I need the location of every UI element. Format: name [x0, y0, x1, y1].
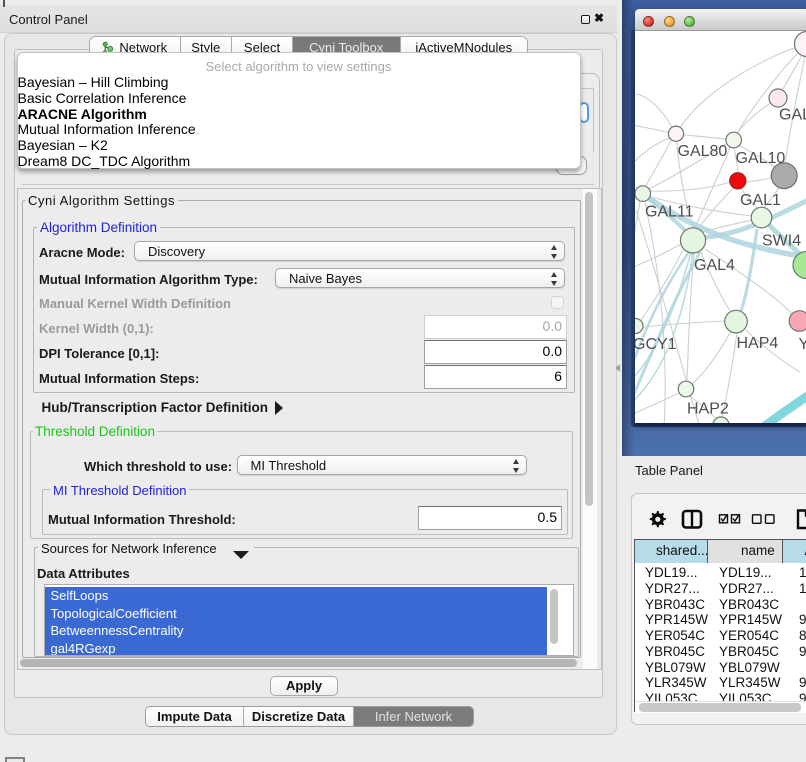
svg-text:GCY1: GCY1 — [635, 336, 677, 353]
svg-text:GAL10: GAL10 — [736, 150, 786, 167]
svg-text:GAL80: GAL80 — [678, 143, 728, 160]
svg-text:GAL1: GAL1 — [740, 192, 781, 209]
svg-text:SWI4: SWI4 — [762, 232, 801, 249]
svg-text:HAP4: HAP4 — [737, 335, 779, 352]
svg-text:GAL4: GAL4 — [694, 257, 735, 274]
svg-text:GAL7: GAL7 — [779, 106, 806, 123]
svg-text:HAP2: HAP2 — [687, 400, 729, 417]
svg-text:Y: Y — [799, 336, 806, 353]
svg-text:GAL11: GAL11 — [645, 203, 694, 220]
